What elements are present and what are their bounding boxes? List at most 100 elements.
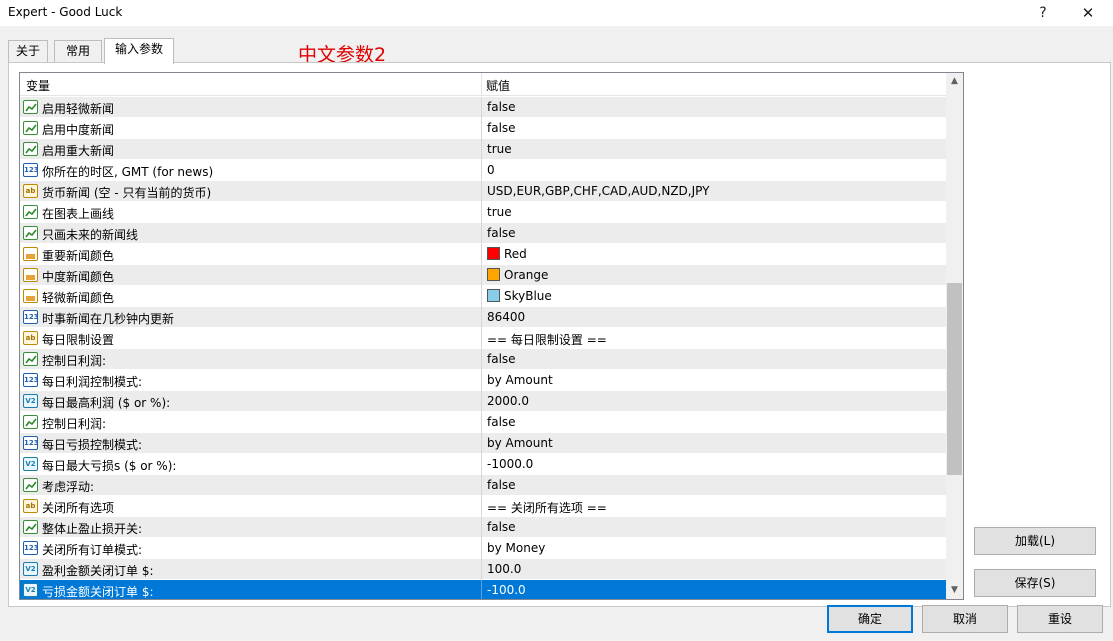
value-text: false	[487, 478, 516, 492]
variable-name: 中度新闻颜色	[42, 270, 115, 284]
variable-name: 轻微新闻颜色	[42, 291, 115, 305]
value-text: false	[487, 226, 516, 240]
tab-common[interactable]: 常用	[54, 40, 102, 63]
cell-divider	[481, 160, 482, 181]
value-cell[interactable]: SkyBlue	[487, 289, 552, 303]
value-cell[interactable]: false	[487, 352, 516, 366]
double-param-icon: V2	[23, 583, 38, 597]
table-row[interactable]: 在图表上画线 true	[20, 202, 946, 223]
title-bar: Expert - Good Luck ? ✕	[0, 0, 1113, 26]
table-row[interactable]: V2 每日最大亏损s ($ or %): -1000.0	[20, 454, 946, 475]
value-cell[interactable]: by Amount	[487, 373, 553, 387]
scroll-up-icon[interactable]: ▲	[946, 73, 963, 90]
value-text: Red	[504, 247, 527, 261]
value-cell[interactable]: false	[487, 415, 516, 429]
cell-divider	[481, 307, 482, 328]
table-row[interactable]: 只画未来的新闻线 false	[20, 223, 946, 244]
table-row[interactable]: ab 关闭所有选项 == 关闭所有选项 ==	[20, 496, 946, 517]
vertical-scrollbar[interactable]: ▲ ▼	[946, 73, 963, 599]
value-text: true	[487, 142, 512, 156]
table-row[interactable]: V2 亏损金额关闭订单 $: -100.0	[20, 580, 946, 599]
table-row[interactable]: 123 每日亏损控制模式: by Amount	[20, 433, 946, 454]
cell-divider	[481, 412, 482, 433]
color-swatch[interactable]	[487, 268, 500, 281]
value-cell[interactable]: == 关闭所有选项 ==	[487, 499, 607, 516]
reset-button[interactable]: 重设	[1017, 605, 1103, 633]
integer-param-icon: 123	[23, 436, 38, 450]
ok-button[interactable]: 确定	[827, 605, 913, 633]
load-button[interactable]: 加载(L)	[974, 527, 1096, 555]
table-row[interactable]: 123 你所在的时区, GMT (for news) 0	[20, 160, 946, 181]
value-text: by Money	[487, 541, 546, 555]
value-cell[interactable]: == 每日限制设置 ==	[487, 331, 607, 348]
variable-name: 每日最大亏损s ($ or %):	[42, 459, 177, 473]
tab-about[interactable]: 关于	[8, 40, 48, 63]
variable-name: 货币新闻 (空 - 只有当前的货币)	[42, 186, 212, 200]
table-row[interactable]: 123 时事新闻在几秒钟内更新 86400	[20, 307, 946, 328]
column-divider[interactable]	[481, 73, 482, 96]
value-cell[interactable]: true	[487, 142, 512, 156]
value-cell[interactable]: true	[487, 205, 512, 219]
value-cell[interactable]: false	[487, 121, 516, 135]
variable-name: 只画未来的新闻线	[42, 228, 139, 242]
close-icon[interactable]: ✕	[1068, 0, 1108, 26]
table-row[interactable]: ab 货币新闻 (空 - 只有当前的货币) USD,EUR,GBP,CHF,CAD,…	[20, 181, 946, 202]
scroll-thumb[interactable]	[947, 283, 962, 475]
variable-name: 每日利润控制模式:	[42, 375, 143, 389]
cell-divider	[481, 433, 482, 454]
save-button[interactable]: 保存(S)	[974, 569, 1096, 597]
color-swatch[interactable]	[487, 247, 500, 260]
value-cell[interactable]: false	[487, 478, 516, 492]
value-cell[interactable]: by Amount	[487, 436, 553, 450]
value-cell[interactable]: -1000.0	[487, 457, 533, 471]
table-row[interactable]: 中度新闻颜色 Orange	[20, 265, 946, 286]
value-text: false	[487, 100, 516, 114]
value-cell[interactable]: Orange	[487, 268, 548, 282]
table-row[interactable]: V2 盈利金额关闭订单 $: 100.0	[20, 559, 946, 580]
cell-divider	[481, 181, 482, 202]
color-swatch[interactable]	[487, 289, 500, 302]
table-row[interactable]: 123 每日利润控制模式: by Amount	[20, 370, 946, 391]
table-row[interactable]: 控制日利润: false	[20, 412, 946, 433]
table-row[interactable]: 启用中度新闻 false	[20, 118, 946, 139]
value-text: 2000.0	[487, 394, 529, 408]
variable-name: 每日限制设置	[42, 333, 115, 347]
value-cell[interactable]: by Money	[487, 541, 545, 555]
table-row[interactable]: 整体止盈止损开关: false	[20, 517, 946, 538]
cell-divider	[481, 349, 482, 370]
value-cell[interactable]: Red	[487, 247, 527, 261]
value-cell[interactable]: false	[487, 520, 516, 534]
value-cell[interactable]: 0	[487, 163, 495, 177]
cell-divider	[481, 538, 482, 559]
table-row[interactable]: 控制日利润: false	[20, 349, 946, 370]
value-cell[interactable]: false	[487, 100, 516, 114]
table-row[interactable]: 轻微新闻颜色 SkyBlue	[20, 286, 946, 307]
cancel-button[interactable]: 取消	[922, 605, 1008, 633]
value-text: false	[487, 415, 516, 429]
column-header-variable[interactable]: 变量	[26, 77, 50, 94]
value-text: USD,EUR,GBP,CHF,CAD,AUD,NZD,JPY	[487, 184, 710, 198]
cell-divider	[481, 454, 482, 475]
table-row[interactable]: 考虑浮动: false	[20, 475, 946, 496]
bool-param-icon	[23, 205, 38, 219]
value-cell[interactable]: -100.0	[487, 583, 526, 597]
table-row[interactable]: 123 关闭所有订单模式: by Money	[20, 538, 946, 559]
column-header-value[interactable]: 赋值	[486, 77, 510, 94]
value-cell[interactable]: false	[487, 226, 516, 240]
value-cell[interactable]: 2000.0	[487, 394, 529, 408]
table-row[interactable]: 启用轻微新闻 false	[20, 97, 946, 118]
table-row[interactable]: V2 每日最高利润 ($ or %): 2000.0	[20, 391, 946, 412]
cell-divider	[481, 265, 482, 286]
value-text: == 每日限制设置 ==	[487, 333, 607, 347]
value-cell[interactable]: USD,EUR,GBP,CHF,CAD,AUD,NZD,JPY	[487, 184, 709, 198]
variable-name: 整体止盈止损开关:	[42, 522, 143, 536]
value-cell[interactable]: 100.0	[487, 562, 521, 576]
table-row[interactable]: 启用重大新闻 true	[20, 139, 946, 160]
table-row[interactable]: ab 每日限制设置 == 每日限制设置 ==	[20, 328, 946, 349]
cell-divider	[481, 139, 482, 160]
table-row[interactable]: 重要新闻颜色 Red	[20, 244, 946, 265]
help-button[interactable]: ?	[1023, 0, 1063, 26]
scroll-down-icon[interactable]: ▼	[946, 582, 963, 599]
value-cell[interactable]: 86400	[487, 310, 525, 324]
tab-inputs[interactable]: 输入参数	[104, 38, 174, 64]
